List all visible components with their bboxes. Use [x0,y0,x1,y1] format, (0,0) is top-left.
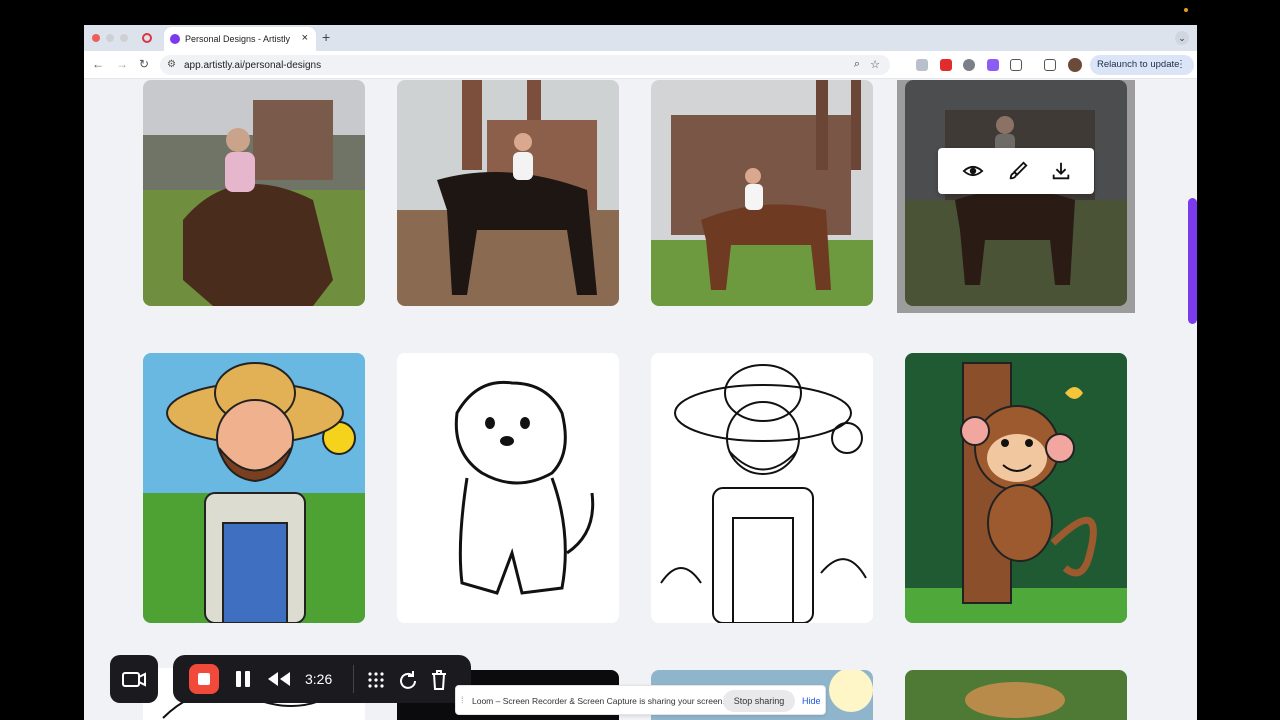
new-tab-button[interactable]: + [322,29,330,45]
reload-button[interactable]: ↻ [139,57,149,71]
loom-recording-controls: 3:26 [173,655,471,703]
pause-icon[interactable] [233,669,253,689]
tab-search-button[interactable]: ⌄ [1175,31,1189,45]
cloud-extension-icon[interactable] [963,59,975,71]
browser-window: Personal Designs - Artistly × + ⌄ ← → ↻ … [84,25,1197,720]
drag-handle-icon[interactable]: ⁞ [461,695,464,705]
monkey-cartoon-image [905,353,1127,623]
hide-sharing-bar-button[interactable]: Hide [802,696,821,706]
recording-timer: 3:26 [305,671,333,687]
trash-icon[interactable] [429,669,449,691]
farmer-cartoon-image [143,353,365,623]
artistly-favicon-icon [170,34,180,44]
profile-avatar[interactable] [1068,58,1082,72]
grid-menu-icon[interactable] [366,670,386,690]
browser-toolbar: ← → ↻ ⚙ app.artistly.ai/personal-designs… [84,51,1197,79]
close-window-button[interactable] [92,34,100,42]
loom-extension-icon[interactable] [987,59,999,71]
design-card[interactable] [905,353,1127,623]
design-card[interactable] [651,80,873,306]
camera-icon [122,672,146,687]
forward-button[interactable]: → [116,57,128,71]
screen-sharing-bar: ⁞ Loom – Screen Recorder & Screen Captur… [455,685,826,715]
horse-rider-image [397,80,619,306]
design-card[interactable] [397,80,619,306]
designs-gallery [84,80,1197,720]
zoom-icon[interactable]: ⌕ [854,58,860,71]
download-icon[interactable] [1050,160,1072,182]
extensions-puzzle-icon[interactable] [1010,59,1022,71]
restart-icon[interactable] [398,670,418,690]
minimize-window-button[interactable] [106,34,114,42]
view-icon[interactable] [962,160,984,182]
url-text: app.artistly.ai/personal-designs [184,60,322,71]
loom-camera-toggle[interactable] [110,655,158,703]
screen: Personal Designs - Artistly × + ⌄ ← → ↻ … [0,0,1280,720]
garden-scene-image [905,670,1127,720]
page-scrollbar[interactable] [1188,198,1197,324]
tab-personal-designs[interactable]: Personal Designs - Artistly × [164,27,316,51]
relaunch-label: Relaunch to update [1097,59,1180,70]
design-card[interactable] [905,670,1127,720]
design-card[interactable] [143,80,365,306]
rewind-icon[interactable] [267,670,291,688]
bookmark-star-icon[interactable]: ☆ [870,58,880,71]
tab-strip: Personal Designs - Artistly × + ⌄ [84,25,1197,51]
edit-brush-icon[interactable] [1007,160,1029,182]
tab-title: Personal Designs - Artistly [185,34,291,44]
youtube-extension-icon[interactable] [940,59,952,71]
stop-sharing-button[interactable]: Stop sharing [723,690,795,712]
puppy-coloring-page-image [397,353,619,623]
close-tab-icon[interactable]: × [302,32,308,44]
site-info-icon[interactable]: ⚙ [167,59,176,70]
maximize-window-button[interactable] [120,34,128,42]
farmer-coloring-page-image [651,353,873,623]
design-card[interactable] [651,353,873,623]
back-button[interactable]: ← [92,57,104,71]
media-controls-icon[interactable] [1044,59,1056,71]
stop-recording-button[interactable] [189,664,219,694]
horse-rider-image [651,80,873,306]
design-card[interactable] [143,353,365,623]
divider [353,665,354,693]
address-bar[interactable]: ⚙ app.artistly.ai/personal-designs ⌕ ☆ [160,55,890,75]
design-card[interactable] [397,353,619,623]
extension-icon[interactable] [916,59,928,71]
horse-rider-image [143,80,365,306]
recording-indicator-icon [142,33,152,43]
sharing-message: Loom – Screen Recorder & Screen Capture … [472,696,725,706]
more-menu-icon[interactable]: ⋮ [1176,55,1186,75]
card-action-bar [938,148,1094,194]
relaunch-update-button[interactable]: Relaunch to update ⋮ [1090,55,1194,75]
notification-dot [1184,8,1188,12]
